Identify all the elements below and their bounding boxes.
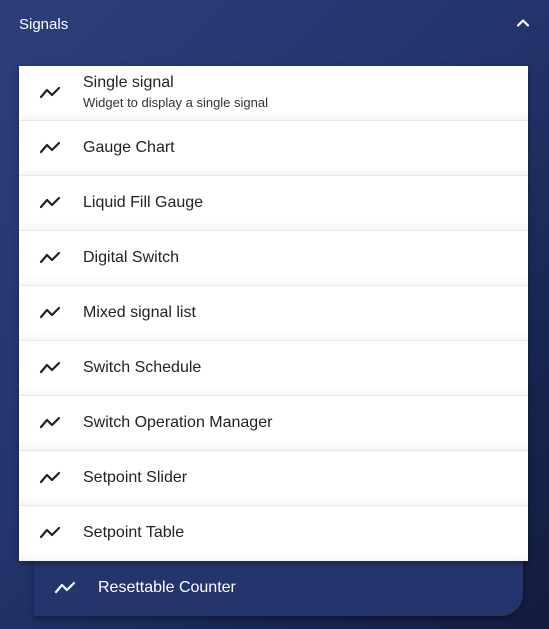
- widget-item-label: Mixed signal list: [83, 304, 196, 321]
- section-title: Signals: [19, 16, 69, 33]
- widget-item-label: Digital Switch: [83, 249, 180, 266]
- widget-item-resettable-counter[interactable]: Resettable Counter: [34, 560, 523, 616]
- widget-item-gauge-chart[interactable]: Gauge Chart: [19, 121, 528, 176]
- widget-item-switch-schedule[interactable]: Switch Schedule: [19, 341, 528, 396]
- line-chart-icon: [39, 83, 63, 103]
- widget-item-setpoint-slider[interactable]: Setpoint Slider: [19, 451, 528, 506]
- widget-item-label: Setpoint Table: [83, 524, 185, 541]
- widget-item-label: Single signal: [83, 74, 174, 91]
- widget-list: Single signal Widget to display a single…: [19, 66, 528, 561]
- line-chart-icon: [39, 523, 63, 543]
- widget-item-setpoint-table[interactable]: Setpoint Table: [19, 506, 528, 561]
- widget-item-label: Switch Operation Manager: [83, 414, 273, 431]
- widget-item-label: Gauge Chart: [83, 139, 175, 156]
- widget-item-label: Switch Schedule: [83, 359, 202, 376]
- line-chart-icon: [39, 193, 63, 213]
- widget-item-mixed-signal-list[interactable]: Mixed signal list: [19, 286, 528, 341]
- line-chart-icon: [39, 468, 63, 488]
- widget-item-label: Liquid Fill Gauge: [83, 194, 204, 211]
- widget-item-label: Setpoint Slider: [83, 469, 188, 486]
- line-chart-icon: [39, 358, 63, 378]
- line-chart-icon: [39, 138, 63, 158]
- signals-section-header[interactable]: Signals: [0, 0, 549, 50]
- widget-item-switch-operation-manager[interactable]: Switch Operation Manager: [19, 396, 528, 451]
- line-chart-icon: [39, 248, 63, 268]
- chevron-up-icon[interactable]: [513, 13, 533, 33]
- widget-item-liquid-fill-gauge[interactable]: Liquid Fill Gauge: [19, 176, 528, 231]
- line-chart-icon: [39, 413, 63, 433]
- widget-item-single-signal[interactable]: Single signal Widget to display a single…: [19, 66, 528, 121]
- line-chart-icon: [54, 578, 78, 598]
- widget-item-label: Resettable Counter: [98, 579, 236, 596]
- line-chart-icon: [39, 303, 63, 323]
- widget-item-digital-switch[interactable]: Digital Switch: [19, 231, 528, 286]
- widget-item-description: Widget to display a single signal: [83, 95, 268, 110]
